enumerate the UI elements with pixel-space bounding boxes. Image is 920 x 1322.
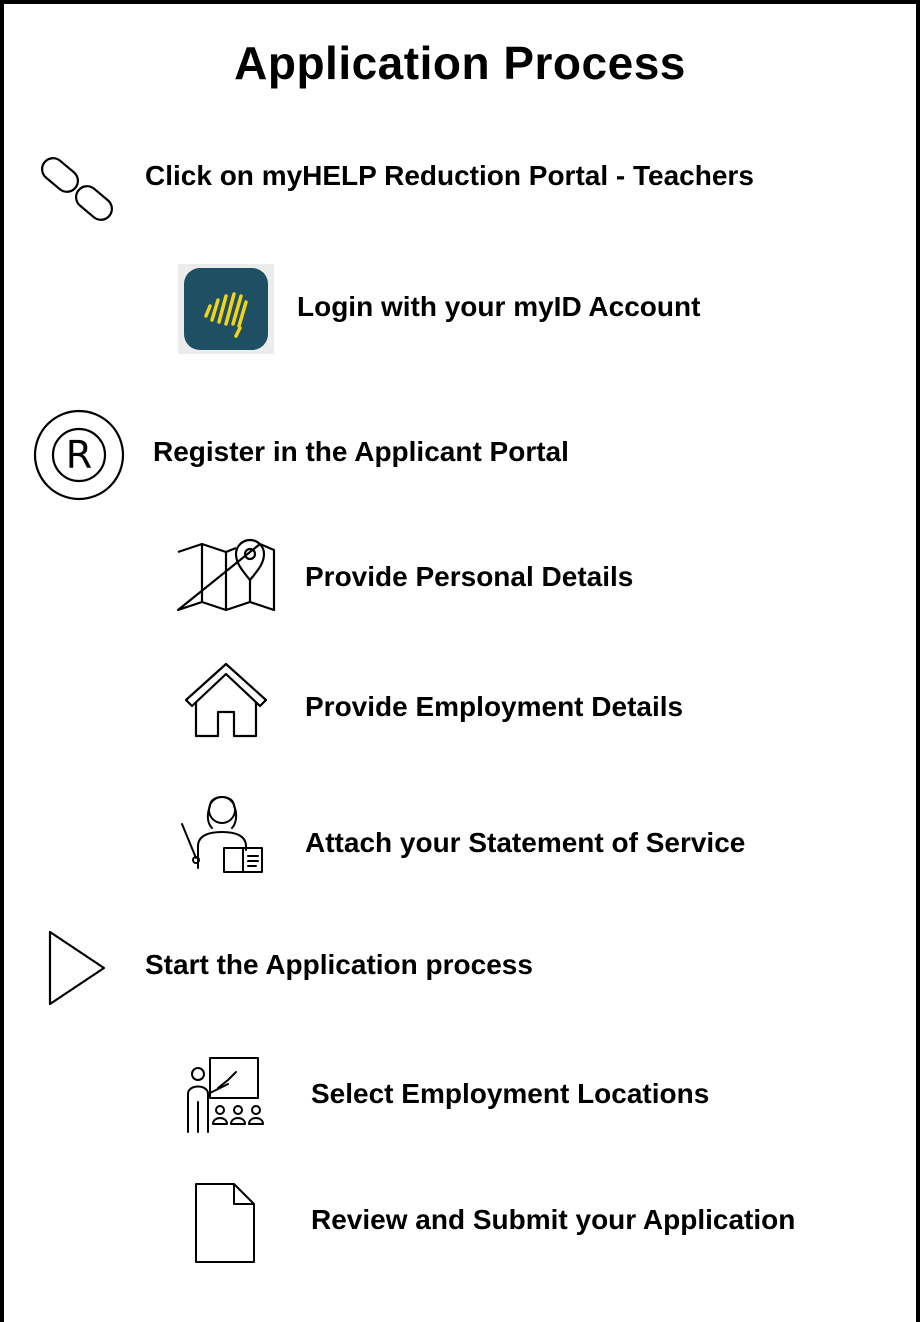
diagram-frame — [0, 0, 920, 1322]
map-pin-icon — [174, 532, 278, 616]
step-click-portal: Click on myHELP Reduction Portal - Teach… — [145, 160, 754, 191]
myid-app-icon — [178, 264, 274, 354]
svg-text:R: R — [66, 433, 92, 477]
page-title: Application Process — [234, 37, 686, 89]
play-icon — [46, 928, 110, 1008]
teacher-icon — [180, 788, 266, 876]
step-select-locations: Select Employment Locations — [311, 1078, 710, 1109]
link-icon — [36, 146, 120, 230]
classroom-icon — [180, 1054, 272, 1138]
registered-icon: R — [32, 408, 126, 502]
step-personal-details: Provide Personal Details — [305, 561, 634, 592]
step-statement-of-service: Attach your Statement of Service — [305, 827, 746, 858]
house-icon — [182, 660, 270, 740]
step-employment-details: Provide Employment Details — [305, 691, 684, 722]
step-login-myid: Login with your myID Account — [297, 291, 701, 322]
step-register-portal: Register in the Applicant Portal — [153, 436, 569, 467]
document-icon — [194, 1182, 258, 1266]
step-review-submit: Review and Submit your Application — [311, 1204, 796, 1235]
step-start-application: Start the Application process — [145, 949, 533, 980]
